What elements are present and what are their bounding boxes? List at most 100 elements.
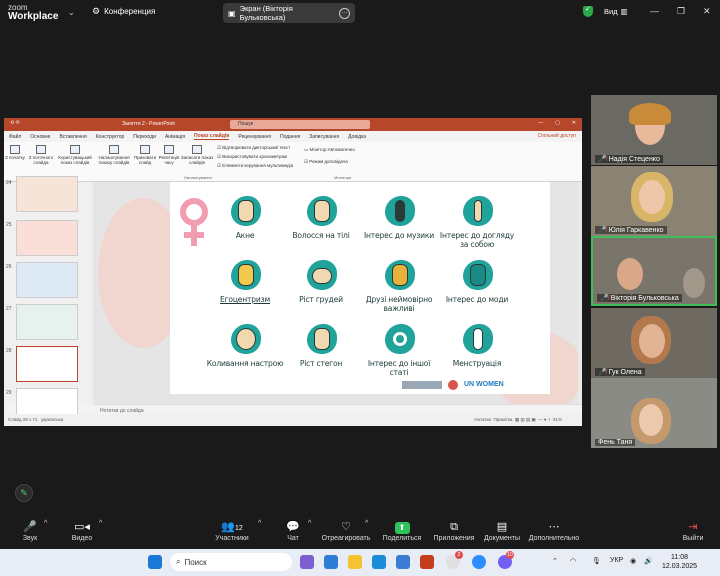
tab-design[interactable]: Конструктор: [96, 134, 125, 140]
narrations-checkbox[interactable]: ☑ Відтворювати дикторський текст: [217, 145, 290, 151]
timings-checkbox[interactable]: ☑ Використовувати хронометраж: [217, 154, 287, 160]
wifi-icon[interactable]: ◉: [630, 557, 636, 565]
audio-button[interactable]: 🎤 Звук: [16, 520, 44, 542]
share-screen-icon: ▣: [228, 8, 236, 18]
network-icon[interactable]: ◠: [570, 557, 576, 565]
more-button[interactable]: ⋯ Дополнительно: [528, 520, 580, 542]
slide-thumbnail[interactable]: [16, 176, 78, 212]
widgets-icon[interactable]: [324, 555, 338, 569]
from-start-button[interactable]: З початку: [4, 145, 26, 160]
participant-tile[interactable]: 🎤̸ Гук Олена: [591, 308, 717, 378]
conference-menu[interactable]: ⚙ Конференция: [92, 6, 155, 17]
language-indicator[interactable]: українська: [41, 417, 63, 422]
audio-options-chevron-icon[interactable]: ^: [44, 520, 47, 527]
view-menu[interactable]: Вид ▥: [604, 7, 628, 16]
microphone-icon[interactable]: 🎙: [592, 557, 601, 565]
participant-tile-active-speaker[interactable]: 🎤̸ Вікторія Бульковська: [591, 236, 717, 306]
edge-icon[interactable]: [372, 555, 386, 569]
rehearse-button[interactable]: Репетиція часу: [156, 145, 182, 165]
minimize-icon[interactable]: —: [650, 6, 659, 16]
more-options-icon[interactable]: ···: [339, 7, 350, 19]
tab-insert[interactable]: Вставлення: [59, 134, 86, 140]
zoom-app-icon[interactable]: [472, 555, 486, 569]
notes-toggle[interactable]: Нотатки: [474, 417, 491, 422]
share-screen-button[interactable]: ⬆ Поделиться: [380, 520, 424, 542]
ppt-share-button[interactable]: Спільний доступ: [538, 133, 576, 139]
tab-view[interactable]: Подання: [280, 134, 300, 140]
security-shield-icon[interactable]: [583, 5, 593, 17]
maximize-icon[interactable]: ❐: [677, 6, 685, 17]
react-options-chevron-icon[interactable]: ^: [365, 520, 368, 527]
group-monitors-label: Монітори: [334, 175, 352, 180]
comments-toggle[interactable]: Примітки: [493, 417, 512, 422]
workplace-brand-text: Workplace: [8, 11, 59, 22]
tab-review[interactable]: Рецензування: [238, 134, 271, 140]
timings-label: Використовувати хронометраж: [222, 154, 287, 159]
documents-button[interactable]: ▤ Документы: [482, 520, 522, 542]
screen-share-indicator[interactable]: ▣ Экран (Вікторія Бульковська) ···: [223, 3, 355, 23]
tab-animations[interactable]: Анімація: [165, 134, 185, 140]
zoom-level[interactable]: 51%: [553, 417, 562, 422]
store-icon[interactable]: [396, 555, 410, 569]
participants-count: 12: [234, 525, 243, 532]
participants-button[interactable]: 👥12 Участники: [212, 520, 252, 542]
tab-transitions[interactable]: Переходи: [133, 134, 156, 140]
slide-thumbnail-selected[interactable]: [16, 346, 78, 382]
participant-tile[interactable]: 🎤̸ Надія Стеценко: [591, 95, 717, 165]
monitor-select[interactable]: ▭ Монітор:Автоматично: [304, 147, 355, 153]
from-current-button[interactable]: З поточного слайда: [26, 145, 56, 165]
speaker-icon[interactable]: 🔊: [644, 557, 653, 565]
close-icon[interactable]: ✕: [703, 6, 711, 17]
participant-tile[interactable]: Фень Таня: [591, 378, 717, 448]
music-notes-icon: [382, 194, 416, 228]
setup-show-button[interactable]: Налаштування показу слайдів: [97, 145, 131, 165]
minimize-icon[interactable]: —: [538, 120, 543, 126]
powerpoint-icon[interactable]: [420, 555, 434, 569]
participants-options-chevron-icon[interactable]: ^: [258, 520, 261, 527]
windows-search-input[interactable]: ⌕ Поиск: [170, 553, 292, 571]
current-slide[interactable]: Акне Волосся на тілі Інтерес до музики І…: [170, 182, 550, 394]
close-icon[interactable]: ✕: [572, 120, 576, 126]
task-view-icon[interactable]: [300, 555, 314, 569]
media-controls-checkbox[interactable]: ☑ Елементи керування мультимедіа: [217, 163, 293, 169]
zoom-window: zoom Workplace ⌄ ⚙ Конференция ▣ Экран (…: [0, 0, 720, 576]
presenter-view-checkbox[interactable]: ☑ Режим доповідача: [304, 159, 348, 165]
rehearse-label: Репетиція часу: [158, 155, 180, 165]
annotate-pen-icon[interactable]: ✎: [15, 484, 33, 502]
slide-thumbnail[interactable]: [16, 262, 78, 298]
tab-slideshow[interactable]: Показ слайдів: [194, 133, 230, 140]
tab-record[interactable]: Записування: [309, 134, 339, 140]
video-options-chevron-icon[interactable]: ^: [99, 520, 102, 527]
slide-item: Інтерес до іншої статі: [360, 322, 438, 377]
ppt-search-input[interactable]: Пошук: [230, 120, 370, 129]
language-indicator[interactable]: УКР: [610, 557, 623, 564]
female-symbol-bar: [184, 232, 204, 238]
slide-item-label: Інтерес до моди: [445, 295, 509, 304]
thumb-number: 29: [6, 390, 12, 396]
participant-tile[interactable]: 🎤̸ Юлія Гаркавенко: [591, 166, 717, 236]
chat-button[interactable]: 💬 Чат: [282, 520, 304, 542]
apps-button[interactable]: ⧉ Приложения: [432, 520, 476, 542]
custom-show-button[interactable]: Користувацький показ слайдів: [56, 145, 94, 165]
tab-home[interactable]: Основне: [30, 134, 50, 140]
chevron-down-icon[interactable]: ⌄: [68, 8, 75, 17]
chat-options-chevron-icon[interactable]: ^: [308, 520, 311, 527]
conference-label: Конференция: [104, 7, 156, 16]
slide-thumbnail[interactable]: [16, 304, 78, 340]
maximize-icon[interactable]: ▢: [555, 120, 560, 126]
taskbar-clock[interactable]: 11:08 12.03.2025: [662, 553, 697, 571]
tab-file[interactable]: Файл: [9, 134, 21, 140]
video-button[interactable]: ▭◂ Видео: [66, 520, 98, 542]
windows-start-icon[interactable]: [148, 555, 162, 569]
slide-item-label: Ріст грудей: [299, 295, 343, 304]
tray-chevron-icon[interactable]: ⌃: [552, 557, 558, 565]
file-explorer-icon[interactable]: [348, 555, 362, 569]
windows-search-placeholder: Поиск: [184, 557, 207, 567]
participant-face: [639, 180, 665, 214]
slide-thumbnail[interactable]: [16, 220, 78, 256]
participant-name: Надія Стеценко: [608, 155, 660, 163]
record-show-button[interactable]: Записати показ слайдів: [180, 145, 214, 165]
breasts-icon: [304, 258, 338, 292]
leave-button[interactable]: ⇥ Выйти: [680, 520, 706, 542]
tab-help[interactable]: Довідка: [348, 134, 366, 140]
